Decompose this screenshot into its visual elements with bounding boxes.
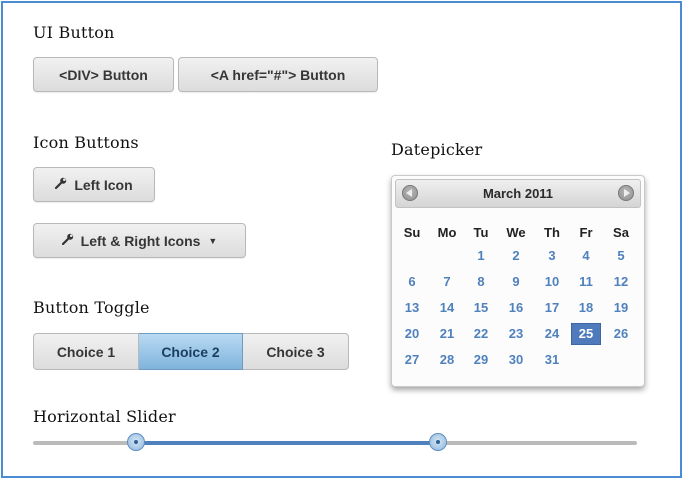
slider-range: [135, 441, 438, 445]
caret-down-icon: ▼: [208, 235, 218, 246]
calendar-day[interactable]: 15: [466, 297, 496, 319]
left-right-icons-button[interactable]: Left & Right Icons ▼: [33, 223, 246, 258]
wrench-icon: [61, 233, 74, 248]
calendar-day[interactable]: 20: [397, 323, 427, 345]
calendar-day[interactable]: 26: [606, 323, 636, 345]
weekday-header: Su: [403, 225, 421, 240]
wrench-icon: [55, 177, 67, 192]
weekday-header: Mo: [437, 225, 457, 240]
datepicker-calendar: March 2011 Su Mo Tu We Th Fr Sa 1 2 3 4 5 6 7 8 9 10 11 12…: [391, 175, 645, 387]
calendar-day[interactable]: 1: [466, 245, 496, 267]
heading-horizontal-slider: Horizontal Slider: [33, 407, 176, 426]
toggle-choice-2[interactable]: Choice 2: [139, 333, 243, 370]
weekday-header: Tu: [473, 225, 489, 240]
calendar-day[interactable]: 21: [432, 323, 462, 345]
toggle-choice-3[interactable]: Choice 3: [243, 333, 349, 370]
calendar-day[interactable]: 24: [537, 323, 567, 345]
heading-datepicker: Datepicker: [391, 140, 483, 159]
calendar-day-selected[interactable]: 25: [571, 323, 601, 345]
calendar-day[interactable]: 7: [432, 271, 462, 293]
calendar-day[interactable]: 11: [571, 271, 601, 293]
div-button[interactable]: <DIV> Button: [33, 57, 174, 92]
calendar-day[interactable]: 8: [466, 271, 496, 293]
left-right-icons-button-label: Left & Right Icons: [80, 232, 201, 249]
heading-button-toggle: Button Toggle: [33, 298, 150, 317]
calendar-day[interactable]: 10: [537, 271, 567, 293]
calendar-day[interactable]: 16: [501, 297, 531, 319]
weekday-header: We: [506, 225, 526, 240]
left-icon-button[interactable]: Left Icon: [33, 167, 155, 202]
calendar-day[interactable]: 13: [397, 297, 427, 319]
left-icon-button-label: Left Icon: [74, 176, 133, 193]
calendar-day[interactable]: 5: [606, 245, 636, 267]
next-month-icon[interactable]: [618, 185, 634, 201]
calendar-day[interactable]: 9: [501, 271, 531, 293]
calendar-day[interactable]: 2: [501, 245, 531, 267]
heading-icon-buttons: Icon Buttons: [33, 133, 139, 152]
calendar-day[interactable]: 31: [537, 349, 567, 371]
weekday-header: Sa: [613, 225, 629, 240]
calendar-day[interactable]: 6: [397, 271, 427, 293]
calendar-day[interactable]: 14: [432, 297, 462, 319]
toggle-choice-1[interactable]: Choice 1: [33, 333, 139, 370]
calendar-day[interactable]: 22: [466, 323, 496, 345]
datepicker-header: March 2011: [395, 179, 641, 208]
anchor-button[interactable]: <A href="#"> Button: [178, 57, 378, 92]
calendar-day[interactable]: 12: [606, 271, 636, 293]
calendar-day[interactable]: 4: [571, 245, 601, 267]
weekday-header: Th: [544, 225, 560, 240]
calendar-day[interactable]: 27: [397, 349, 427, 371]
calendar-day[interactable]: 3: [537, 245, 567, 267]
datepicker-title: March 2011: [482, 186, 554, 201]
slider-handle-low[interactable]: [126, 433, 145, 451]
calendar-day[interactable]: 19: [606, 297, 636, 319]
calendar-day[interactable]: 17: [537, 297, 567, 319]
heading-ui-button: UI Button: [33, 23, 115, 42]
toggle-group: Choice 1 Choice 2 Choice 3: [33, 333, 349, 370]
calendar-day[interactable]: 30: [501, 349, 531, 371]
calendar-day[interactable]: 18: [571, 297, 601, 319]
calendar-day[interactable]: 23: [501, 323, 531, 345]
calendar-day[interactable]: 29: [466, 349, 496, 371]
slider-handle-high[interactable]: [428, 433, 447, 451]
weekday-header: Fr: [579, 225, 593, 240]
calendar-day[interactable]: 28: [432, 349, 462, 371]
